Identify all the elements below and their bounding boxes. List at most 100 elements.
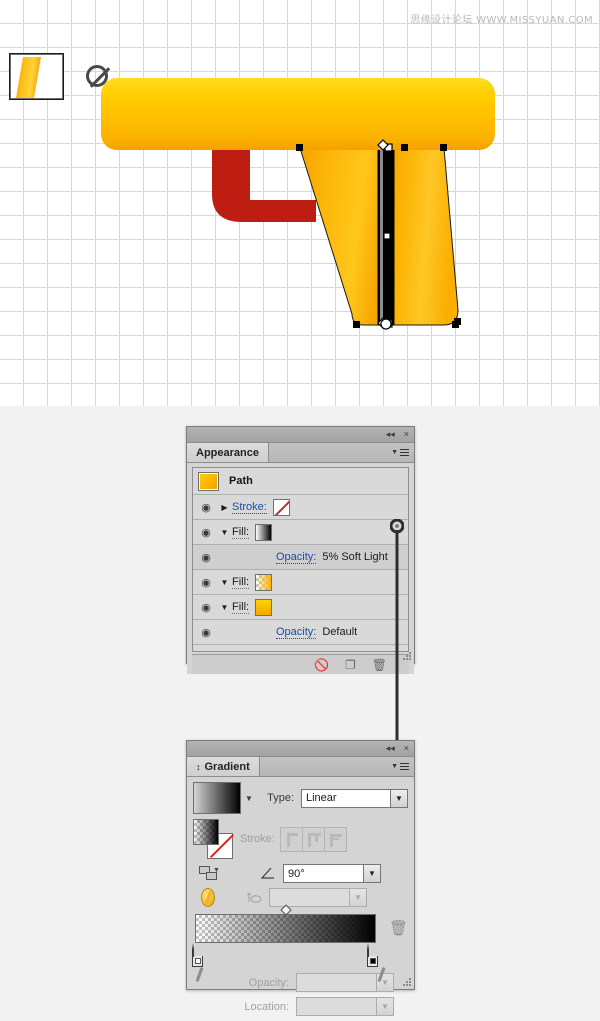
gradient-aspect-input[interactable]: ▼ (269, 888, 367, 907)
visibility-eye-icon[interactable]: ◉ (195, 576, 217, 589)
visibility-eye-icon[interactable]: ◉ (195, 626, 217, 639)
path-thumbnail-icon (198, 471, 219, 491)
no-mask-icon (85, 65, 108, 87)
type-label: Type: (267, 792, 294, 804)
visibility-eye-icon[interactable]: ◉ (195, 601, 217, 614)
gradient-location-row: Location: ▼ (237, 997, 399, 1016)
appearance-row-fill-solid[interactable]: ◉ ▼ Fill: (193, 595, 408, 620)
gradient-stroke-row: Stroke: (193, 819, 408, 859)
aspect-ratio-icon (247, 891, 262, 904)
gradient-stop-left[interactable] (192, 943, 203, 967)
gradient-angle-value: 90° (288, 867, 305, 880)
gradient-ramp[interactable] (195, 904, 376, 943)
stroke-gradient-options[interactable] (280, 826, 347, 852)
gradient-annotator-coin[interactable] (201, 888, 215, 907)
chevron-down-icon[interactable]: ▼ (363, 865, 380, 882)
appearance-panel-menu[interactable]: ▼ (391, 443, 414, 462)
reverse-gradient-widget[interactable]: ▼ (199, 865, 225, 882)
fill-stroke-widget[interactable] (193, 819, 235, 859)
chevron-down-icon[interactable]: ▼ (390, 789, 407, 807)
object-thumbnail[interactable] (9, 52, 64, 100)
appearance-row-fill-gradient[interactable]: ◉ ▼ Fill: (193, 520, 408, 545)
tabstrip-filler (260, 757, 391, 776)
chevron-right-icon[interactable]: ▶ (217, 503, 232, 512)
fill-gradient-swatch[interactable] (255, 523, 273, 541)
resize-grip[interactable] (403, 652, 412, 661)
appearance-body: Path ◉ ▶ Stroke: ◉ ▼ Fill: ◉ Opacity: 5%… (187, 463, 414, 674)
panel-expand-icon[interactable]: ↕ (196, 762, 201, 772)
gradient-angle-row: ▼ 90° ▼ (193, 864, 408, 883)
gradient-panel[interactable]: ◂◂ × ↕ Gradient ▼ ▼ Type: Linear ▼ Strok… (186, 740, 415, 1016)
gradient-type-value: Linear (306, 792, 337, 804)
duplicate-item-icon[interactable]: ❐ (345, 658, 356, 672)
opacity-default-value: Default (322, 626, 358, 638)
appearance-target-label: Path (229, 475, 253, 487)
visibility-eye-icon[interactable]: ◉ (195, 526, 217, 539)
gradient-angle-input[interactable]: 90° ▼ (283, 864, 381, 883)
fill-label[interactable]: Fill: (232, 576, 250, 589)
opacity-label[interactable]: Opacity: (276, 626, 317, 639)
fill-gradient-box[interactable] (193, 819, 219, 845)
chevron-down-icon[interactable]: ▼ (376, 998, 393, 1015)
appearance-row-stroke[interactable]: ◉ ▶ Stroke: (193, 495, 408, 520)
fill-solid-orange-swatch[interactable] (255, 598, 273, 616)
opacity-label[interactable]: Opacity: (276, 551, 317, 564)
apply-within-stroke-button[interactable] (280, 826, 303, 852)
fill-label[interactable]: Fill: (232, 526, 250, 539)
chevron-down-icon[interactable]: ▼ (349, 889, 366, 906)
gradient-location-input[interactable]: ▼ (296, 997, 394, 1016)
chevron-down-icon[interactable]: ▼ (245, 794, 253, 803)
appearance-row-opacity-default[interactable]: ◉ Opacity: Default (193, 620, 408, 645)
appearance-row-fill-checker[interactable]: ◉ ▼ Fill: (193, 570, 408, 595)
gradient-slider-area[interactable]: 🗑 (192, 904, 408, 967)
angle-icon (260, 867, 276, 880)
opacity-value: 5% Soft Light (322, 551, 388, 563)
gradient-opacity-label: Opacity: (248, 976, 289, 989)
gradient-stop-right[interactable] (367, 943, 378, 967)
fill-label[interactable]: Fill: (232, 601, 250, 614)
artboard-canvas[interactable]: 思缘设计论坛 WWW.MISSYUAN.COM (0, 0, 600, 406)
close-icon[interactable]: × (404, 744, 409, 753)
gradient-location-label: Location: (244, 1000, 289, 1013)
stroke-label: Stroke: (240, 833, 275, 845)
close-icon[interactable]: × (404, 430, 409, 439)
tab-gradient-label: Gradient (204, 760, 250, 773)
gradient-opacity-row: Opacity: ▼ (237, 973, 399, 992)
appearance-target-row[interactable]: Path (193, 468, 408, 495)
gradient-type-select[interactable]: Linear ▼ (301, 788, 408, 808)
panel-menu-icon[interactable] (400, 448, 409, 457)
collapse-icon[interactable]: ◂◂ (386, 744, 395, 753)
tab-appearance[interactable]: Appearance (187, 443, 269, 462)
appearance-titlebar[interactable]: ◂◂ × (187, 427, 414, 443)
delete-item-icon[interactable]: 🗑 (372, 658, 387, 672)
gradient-type-row: ▼ Type: Linear ▼ (193, 782, 408, 814)
stroke-label[interactable]: Stroke: (232, 501, 267, 514)
gradient-preview-swatch[interactable] (193, 782, 241, 814)
collapse-icon[interactable]: ◂◂ (386, 430, 395, 439)
gradient-panel-menu[interactable]: ▼ (391, 757, 414, 776)
apply-across-stroke-button[interactable] (324, 826, 347, 852)
chevron-down-icon[interactable]: ▼ (217, 603, 232, 612)
resize-grip[interactable] (403, 978, 412, 987)
no-appearance-icon[interactable]: 🚫 (314, 658, 329, 672)
appearance-item-list[interactable]: Path ◉ ▶ Stroke: ◉ ▼ Fill: ◉ Opacity: 5%… (192, 467, 409, 652)
tab-gradient[interactable]: ↕ Gradient (187, 757, 260, 776)
panel-menu-icon[interactable] (400, 762, 409, 771)
chevron-down-icon[interactable]: ▼ (217, 528, 232, 537)
stroke-none-swatch[interactable] (272, 498, 290, 516)
water-gun-artwork[interactable] (0, 0, 600, 406)
chevron-down-icon[interactable]: ▼ (217, 578, 232, 587)
appearance-tabstrip[interactable]: Appearance ▼ (187, 443, 414, 463)
gradient-titlebar[interactable]: ◂◂ × (187, 741, 414, 757)
tabstrip-filler (269, 443, 391, 462)
appearance-footer[interactable]: 🚫 ❐ 🗑 (192, 654, 409, 674)
appearance-row-opacity-soft-light[interactable]: ◉ Opacity: 5% Soft Light (193, 545, 408, 570)
gradient-tabstrip[interactable]: ↕ Gradient ▼ (187, 757, 414, 777)
delete-stop-icon[interactable]: 🗑 (389, 919, 408, 937)
apply-along-stroke-button[interactable] (302, 826, 325, 852)
fill-checker-orange-swatch[interactable] (255, 573, 273, 591)
appearance-panel[interactable]: ◂◂ × Appearance ▼ Path ◉ ▶ Stroke: ◉ ▼ F… (186, 426, 415, 674)
gradient-aspect-row: ▼ (193, 888, 408, 907)
visibility-eye-icon[interactable]: ◉ (195, 501, 217, 514)
visibility-eye-icon[interactable]: ◉ (195, 551, 217, 564)
